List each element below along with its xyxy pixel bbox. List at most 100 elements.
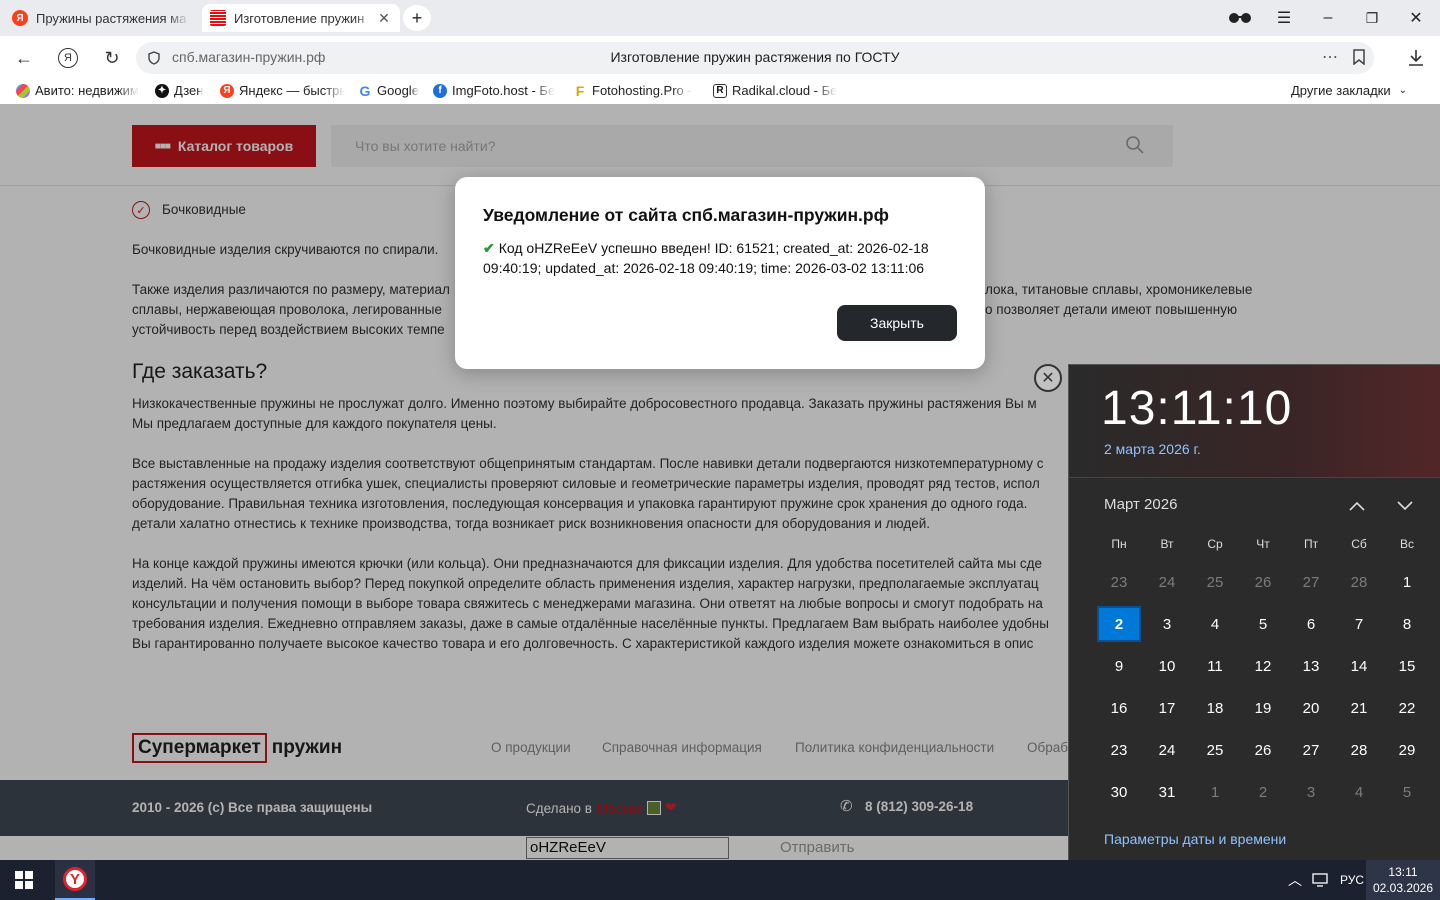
calendar-day[interactable]: 16 bbox=[1097, 690, 1141, 726]
bookmark-imgfoto[interactable]: f ImgFoto.host - Бе bbox=[433, 83, 559, 98]
long-date-link[interactable]: 2 марта 2026 г. bbox=[1104, 441, 1201, 457]
calendar-day[interactable]: 26 bbox=[1241, 564, 1285, 600]
tab-springs-manufacturing[interactable]: Изготовление пружин ✕ bbox=[202, 4, 400, 32]
yandex-favicon-icon: Я bbox=[12, 10, 28, 26]
calendar-day[interactable]: 6 bbox=[1289, 606, 1333, 642]
calendar-day[interactable]: 11 bbox=[1193, 648, 1237, 684]
yandex-icon: Я bbox=[220, 83, 234, 98]
reload-icon[interactable]: ↻ bbox=[98, 44, 126, 72]
bookmark-yandex[interactable]: Я Яндекс — быстры bbox=[220, 83, 345, 98]
calendar-day[interactable]: 24 bbox=[1145, 564, 1189, 600]
new-tab-button[interactable]: + bbox=[403, 5, 431, 31]
windows-start-icon[interactable] bbox=[0, 860, 48, 900]
close-tab-icon[interactable]: ✕ bbox=[376, 10, 392, 27]
calendar-day[interactable]: 21 bbox=[1337, 690, 1381, 726]
calendar-day[interactable]: 27 bbox=[1289, 564, 1333, 600]
calendar-day[interactable]: 27 bbox=[1289, 732, 1333, 768]
downloads-icon[interactable] bbox=[1402, 44, 1430, 72]
calendar-day[interactable]: 26 bbox=[1241, 732, 1285, 768]
weekday-header: Пн bbox=[1111, 537, 1127, 551]
calendar-day[interactable]: 4 bbox=[1337, 774, 1381, 810]
tab-title: Изготовление пружин bbox=[234, 10, 365, 26]
menu-icon[interactable]: ☰ bbox=[1268, 6, 1300, 30]
chevron-up-icon[interactable]: ︿ bbox=[1288, 860, 1302, 900]
calendar-day[interactable]: 1 bbox=[1385, 564, 1429, 600]
weekday-header: Пт bbox=[1303, 537, 1319, 551]
bookmark-google[interactable]: G Google bbox=[358, 83, 424, 98]
chevron-up-icon[interactable] bbox=[1345, 495, 1369, 517]
calendar-day[interactable]: 24 bbox=[1145, 732, 1189, 768]
yandex-home-icon[interactable]: Я bbox=[54, 44, 82, 72]
calendar-day[interactable]: 30 bbox=[1097, 774, 1141, 810]
checkmark-icon: ✔ bbox=[483, 240, 495, 256]
dzen-icon: ✦ bbox=[155, 83, 169, 98]
calendar-day[interactable]: 14 bbox=[1337, 648, 1381, 684]
calendar-day[interactable]: 31 bbox=[1145, 774, 1189, 810]
url-field[interactable]: спб.магазин-пружин.рф Изготовление пружи… bbox=[136, 42, 1374, 74]
clock-header: 13:11:10 2 марта 2026 г. bbox=[1069, 365, 1440, 478]
network-icon[interactable] bbox=[1312, 860, 1330, 900]
calendar-day[interactable]: 5 bbox=[1385, 774, 1429, 810]
weekday-header: Вс bbox=[1399, 537, 1414, 551]
calendar-day[interactable]: 25 bbox=[1193, 732, 1237, 768]
taskbar-time: 13:11 bbox=[1388, 865, 1418, 879]
close-window-icon[interactable]: ✕ bbox=[1400, 6, 1432, 30]
calendar-day[interactable]: 19 bbox=[1241, 690, 1285, 726]
calendar-day[interactable]: 7 bbox=[1337, 606, 1381, 642]
calendar-day[interactable]: 3 bbox=[1289, 774, 1333, 810]
bookmark-fotohosting[interactable]: F Fotohosting.Pro - bbox=[573, 83, 701, 98]
language-indicator[interactable]: РУС bbox=[1340, 860, 1364, 900]
calendar-day[interactable]: 10 bbox=[1145, 648, 1189, 684]
chevron-down-icon[interactable] bbox=[1393, 495, 1417, 517]
imgfoto-icon: f bbox=[433, 83, 447, 98]
calendar-day[interactable]: 28 bbox=[1337, 564, 1381, 600]
bookmark-avito[interactable]: Авито: недвижим bbox=[16, 83, 142, 98]
calendar-day[interactable]: 3 bbox=[1145, 606, 1189, 642]
calendar-day[interactable]: 29 bbox=[1385, 732, 1429, 768]
taskbar-date: 02.03.2026 bbox=[1372, 881, 1434, 895]
calendar-day[interactable]: 23 bbox=[1097, 732, 1141, 768]
calendar-day[interactable]: 20 bbox=[1289, 690, 1333, 726]
calendar-day[interactable]: 22 bbox=[1385, 690, 1429, 726]
calendar-day[interactable]: 12 bbox=[1241, 648, 1285, 684]
other-bookmarks[interactable]: Другие закладки ⌄ bbox=[1291, 83, 1407, 98]
calendar-day[interactable]: 8 bbox=[1385, 606, 1429, 642]
calendar-day[interactable]: 1 bbox=[1193, 774, 1237, 810]
chevron-down-icon: ⌄ bbox=[1398, 85, 1407, 96]
calendar-flyout: 13:11:10 2 марта 2026 г. Март 2026 Пн Вт С… bbox=[1068, 364, 1440, 860]
close-circle-icon[interactable]: ✕ bbox=[1034, 364, 1062, 392]
minimize-icon[interactable]: – bbox=[1312, 6, 1344, 30]
tab-springs-shop[interactable]: Я Пружины растяжения ма bbox=[4, 4, 198, 32]
incognito-icon[interactable] bbox=[1224, 6, 1256, 30]
tab-strip: Я Пружины растяжения ма Изготовление пру… bbox=[0, 0, 1440, 36]
yandex-browser-taskbar-icon[interactable]: Y bbox=[55, 860, 95, 900]
restore-icon[interactable]: ❐ bbox=[1356, 6, 1388, 30]
bookmark-radikal[interactable]: R Radikal.cloud - Бе bbox=[713, 83, 841, 98]
back-icon[interactable]: ← bbox=[10, 44, 38, 72]
calendar-day[interactable]: 5 bbox=[1241, 606, 1285, 642]
calendar-day[interactable]: 13 bbox=[1289, 648, 1333, 684]
site-notification-dialog: Уведомление от сайта спб.магазин-пружин.… bbox=[455, 177, 985, 369]
calendar-day[interactable]: 17 bbox=[1145, 690, 1189, 726]
weekday-header: Вт bbox=[1160, 537, 1174, 551]
clock-time: 13:11:10 bbox=[1101, 382, 1293, 435]
tab-title: Пружины растяжения ма bbox=[36, 10, 187, 26]
calendar-day[interactable]: 25 bbox=[1193, 564, 1237, 600]
bookmark-dzen[interactable]: ✦ Дзен bbox=[155, 83, 215, 98]
month-label[interactable]: Март 2026 bbox=[1104, 496, 1177, 513]
calendar-day[interactable]: 15 bbox=[1385, 648, 1429, 684]
calendar-day[interactable]: 4 bbox=[1193, 606, 1237, 642]
calendar-day[interactable]: 18 bbox=[1193, 690, 1237, 726]
dialog-close-button[interactable]: Закрыть bbox=[837, 305, 957, 341]
calendar-day[interactable]: 9 bbox=[1097, 648, 1141, 684]
more-options-icon[interactable]: ⋯ bbox=[1322, 47, 1338, 67]
date-time-settings-link[interactable]: Параметры даты и времени bbox=[1104, 831, 1286, 847]
calendar-day[interactable]: 23 bbox=[1097, 564, 1141, 600]
calendar-day[interactable]: 2 bbox=[1241, 774, 1285, 810]
dialog-message: ✔ Код oHZReEeV успешно введен! ID: 61521;… bbox=[483, 240, 929, 276]
bookmark-icon[interactable] bbox=[1352, 49, 1366, 70]
calendar-day[interactable]: 28 bbox=[1337, 732, 1381, 768]
avito-icon bbox=[16, 83, 30, 98]
taskbar-clock[interactable]: 13:11 02.03.2026 bbox=[1366, 860, 1440, 900]
calendar-day-today[interactable]: 2 bbox=[1097, 606, 1141, 642]
